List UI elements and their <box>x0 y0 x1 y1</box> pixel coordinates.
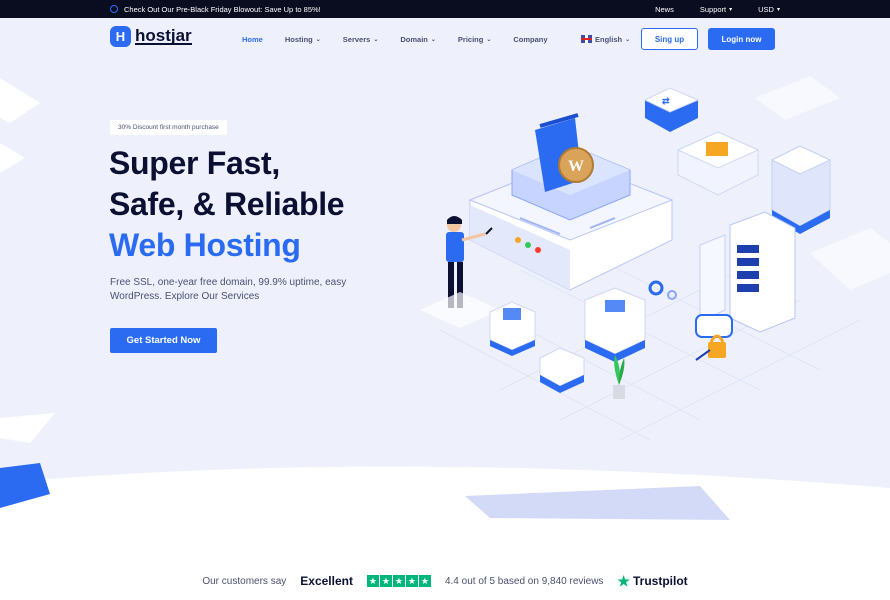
star-icon: ★ <box>418 575 431 587</box>
trustpilot-star-icon: ★ <box>617 572 630 589</box>
trustpilot-link[interactable]: ★ Trustpilot <box>617 573 687 590</box>
plant <box>613 355 625 399</box>
person-figure <box>420 216 500 328</box>
star-icon: ★ <box>392 575 405 587</box>
reviews-lead: Our customers say <box>202 575 287 587</box>
star-rating: ★ ★ ★ ★ ★ <box>366 575 431 587</box>
svg-text:W: W <box>568 158 584 175</box>
star-icon: ★ <box>405 575 418 587</box>
star-icon: ★ <box>379 575 392 587</box>
star-icon: ★ <box>366 575 379 587</box>
reviews-summary: 4.4 out of 5 based on 9,840 reviews <box>444 575 604 587</box>
document-wordpress-icon: W <box>535 113 594 192</box>
trustpilot-label: Trustpilot <box>632 574 688 588</box>
cube-top-right: ⇄ <box>643 87 700 132</box>
svg-text:⇄: ⇄ <box>662 96 670 106</box>
cube-cpu-center <box>584 287 646 362</box>
cube-ssd <box>676 131 760 196</box>
hero-illustration: W ⇄ <box>420 87 861 441</box>
rating-word: Excellent <box>300 574 353 588</box>
reviews-strip: Our customers say Excellent ★ ★ ★ ★ ★ 4.… <box>0 566 890 596</box>
cube-chip-left <box>489 301 536 356</box>
lock-security <box>695 314 733 361</box>
